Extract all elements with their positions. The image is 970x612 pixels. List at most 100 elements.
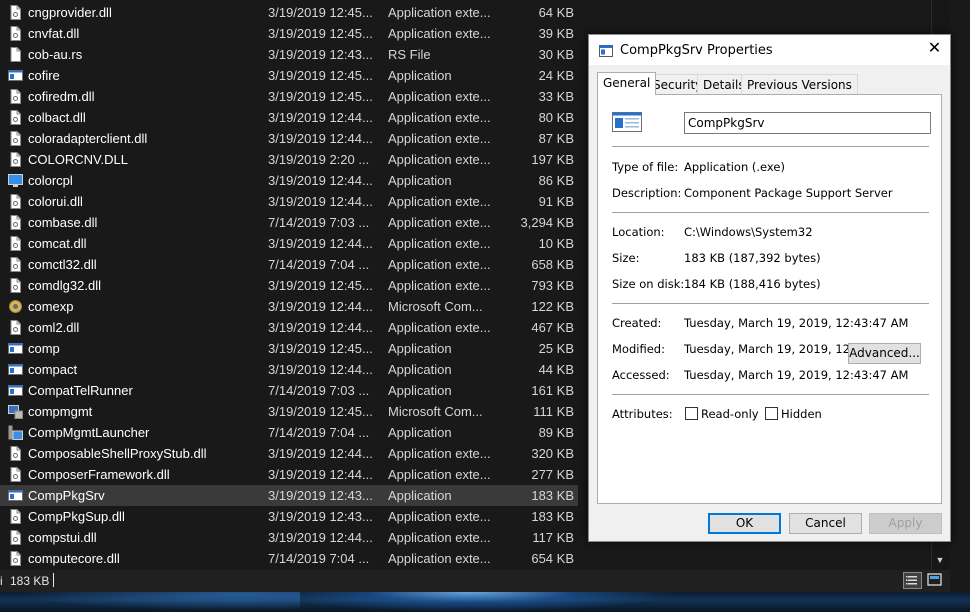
dll-icon: [8, 131, 23, 146]
dll-icon: [8, 467, 23, 482]
file-date-modified: 3/19/2019 12:45...: [268, 68, 373, 83]
dll-icon: [8, 551, 23, 566]
file-row[interactable]: combase.dll 7/14/2019 7:03 ... Application…: [0, 212, 578, 233]
hidden-label[interactable]: Hidden: [781, 407, 822, 421]
file-size: 33 KB: [538, 89, 574, 104]
file-row[interactable]: cnvfat.dll 3/19/2019 12:45... Application …: [0, 23, 578, 44]
file-row[interactable]: coml2.dll 3/19/2019 12:44... Application e…: [0, 317, 578, 338]
file-row[interactable]: colorui.dll 3/19/2019 12:44... Application…: [0, 191, 578, 212]
file-type: Application exte...: [388, 257, 491, 272]
file-row[interactable]: comctl32.dll 7/14/2019 7:04 ... Applicatio…: [0, 254, 578, 275]
large-icons-view-icon[interactable]: [926, 572, 945, 589]
file-type: Microsoft Com...: [388, 299, 483, 314]
file-type: Application exte...: [388, 446, 491, 461]
file-name: ComposableShellProxyStub.dll: [28, 446, 207, 461]
size-on-disk-label: Size on disk:: [612, 277, 685, 291]
scroll-down-arrow-icon[interactable]: ▼: [935, 555, 945, 565]
general-tab-panel: CompPkgSrv Type of file: Application (.e…: [597, 94, 942, 504]
file-type: Application exte...: [388, 509, 491, 524]
file-size: 10 KB: [538, 236, 574, 251]
file-name-field[interactable]: CompPkgSrv: [684, 112, 931, 134]
file-row[interactable]: cngprovider.dll 3/19/2019 12:45... Applica…: [0, 2, 578, 23]
file-date-modified: 3/19/2019 12:44...: [268, 173, 373, 188]
file-name: COLORCNV.DLL: [28, 152, 128, 167]
divider: [612, 146, 929, 147]
file-size: 320 KB: [531, 446, 574, 461]
size-value: 183 KB (187,392 bytes): [684, 251, 821, 265]
details-view-icon[interactable]: [903, 572, 922, 589]
file-name: comexp: [28, 299, 74, 314]
location-label: Location:: [612, 225, 665, 239]
apply-button[interactable]: Apply: [869, 513, 942, 534]
file-date-modified: 3/19/2019 12:43...: [268, 488, 373, 503]
file-type: Application exte...: [388, 236, 491, 251]
file-name: computecore.dll: [28, 551, 120, 566]
file-date-modified: 3/19/2019 12:43...: [268, 509, 373, 524]
accessed-value: Tuesday, March 19, 2019, 12:43:47 AM: [684, 368, 909, 382]
file-size: 467 KB: [531, 320, 574, 335]
file-size: 793 KB: [531, 278, 574, 293]
dll-icon: [8, 215, 23, 230]
file-row[interactable]: CompPkgSup.dll 3/19/2019 12:43... Applicat…: [0, 506, 578, 527]
file-row[interactable]: compstui.dll 3/19/2019 12:44... Applicatio…: [0, 527, 578, 548]
file-date-modified: 3/19/2019 12:44...: [268, 299, 373, 314]
read-only-label[interactable]: Read-only: [701, 407, 759, 421]
file-row[interactable]: comcat.dll 3/19/2019 12:44... Application …: [0, 233, 578, 254]
file-row[interactable]: comexp 3/19/2019 12:44... Microsoft Com...…: [0, 296, 578, 317]
file-row[interactable]: coloradapterclient.dll 3/19/2019 12:44...…: [0, 128, 578, 149]
status-separator: [53, 573, 54, 587]
status-item-count-fragment: i: [0, 574, 3, 588]
type-of-file-label: Type of file:: [612, 160, 679, 174]
file-row[interactable]: colorcpl 3/19/2019 12:44... Application 86 …: [0, 170, 578, 191]
file-size: 117 KB: [532, 530, 574, 545]
file-type: Application exte...: [388, 89, 491, 104]
file-name: CompatTelRunner: [28, 383, 133, 398]
file-name: CompPkgSrv: [28, 488, 105, 503]
dll-icon: [8, 509, 23, 524]
ok-button[interactable]: OK: [708, 513, 781, 534]
advanced-button[interactable]: Advanced...: [848, 343, 921, 364]
file-row[interactable]: comp 3/19/2019 12:45... Application 25 KB: [0, 338, 578, 359]
dll-icon: [8, 5, 23, 20]
file-row-selected[interactable]: CompPkgSrv 3/19/2019 12:43... Application 1…: [0, 485, 578, 506]
file-row[interactable]: cofire 3/19/2019 12:45... Application 24 KB: [0, 65, 578, 86]
file-row[interactable]: CompMgmtLauncher 7/14/2019 7:04 ... Applic…: [0, 422, 578, 443]
exe-icon: [8, 383, 23, 398]
file-row[interactable]: comdlg32.dll 3/19/2019 12:45... Applicatio…: [0, 275, 578, 296]
file-row[interactable]: computecore.dll 7/14/2019 7:04 ... Applica…: [0, 548, 578, 569]
file-date-modified: 3/19/2019 12:43...: [268, 47, 373, 62]
dialog-title-bar[interactable]: CompPkgSrv Properties ✕: [589, 35, 950, 65]
file-date-modified: 3/19/2019 12:44...: [268, 446, 373, 461]
tab-general[interactable]: General: [597, 72, 657, 95]
file-type: Application: [388, 383, 452, 398]
file-name: cnvfat.dll: [28, 26, 80, 41]
close-icon[interactable]: ✕: [919, 35, 950, 65]
file-size: 183 KB: [531, 509, 574, 524]
file-row[interactable]: compmgmt 3/19/2019 12:45... Microsoft Com.…: [0, 401, 578, 422]
read-only-checkbox[interactable]: [685, 407, 698, 420]
file-row[interactable]: ComposerFramework.dll 3/19/2019 12:44... A…: [0, 464, 578, 485]
dll-icon: [8, 89, 23, 104]
file-size: 44 KB: [538, 362, 574, 377]
file-row[interactable]: compact 3/19/2019 12:44... Application 44 K…: [0, 359, 578, 380]
file-size: 25 KB: [538, 341, 574, 356]
file-size: 64 KB: [538, 5, 574, 20]
file-type: Application: [388, 425, 452, 440]
file-type: Application exte...: [388, 131, 491, 146]
created-label: Created:: [612, 316, 662, 330]
file-row[interactable]: CompatTelRunner 7/14/2019 7:03 ... Applica…: [0, 380, 578, 401]
file-size: 3,294 KB: [520, 215, 575, 230]
hidden-checkbox[interactable]: [765, 407, 778, 420]
exe-icon: [8, 362, 23, 377]
divider: [612, 212, 929, 213]
file-row[interactable]: colbact.dll 3/19/2019 12:44... Application…: [0, 107, 578, 128]
file-row[interactable]: cob-au.rs 3/19/2019 12:43... RS File 30 KB: [0, 44, 578, 65]
file-type: Application exte...: [388, 215, 491, 230]
file-date-modified: 3/19/2019 12:44...: [268, 467, 373, 482]
cancel-button[interactable]: Cancel: [789, 513, 862, 534]
tab-previous-versions[interactable]: Previous Versions: [741, 74, 858, 94]
file-row[interactable]: cofiredm.dll 3/19/2019 12:45... Applicatio…: [0, 86, 578, 107]
file-name: CompPkgSup.dll: [28, 509, 125, 524]
file-row[interactable]: ComposableShellProxyStub.dll 3/19/2019 12…: [0, 443, 578, 464]
file-row[interactable]: COLORCNV.DLL 3/19/2019 2:20 ... Applicatio…: [0, 149, 578, 170]
